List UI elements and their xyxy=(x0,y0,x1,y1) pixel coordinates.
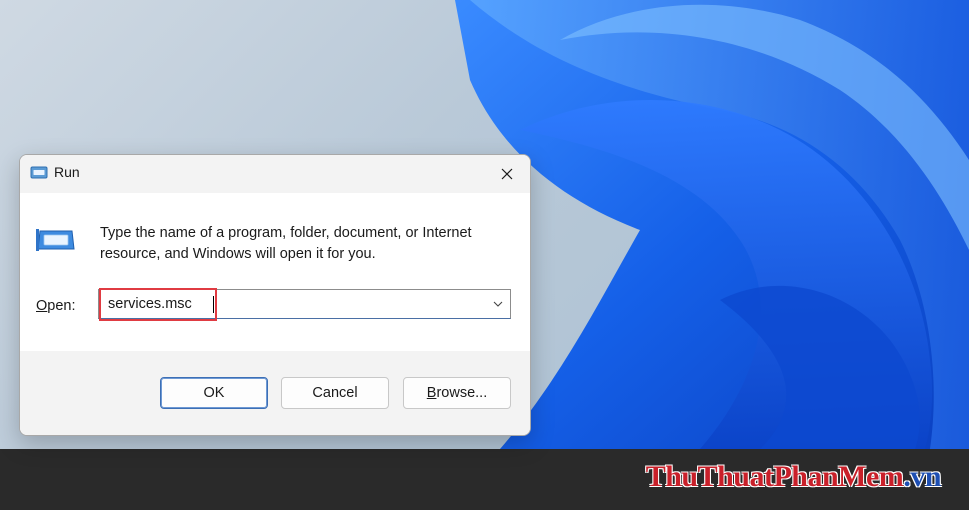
watermark-text: ThuThuatPhanMem xyxy=(645,460,904,493)
chevron-down-icon xyxy=(493,301,503,307)
open-label-text: pen: xyxy=(47,298,76,314)
browse-button[interactable]: Browse... xyxy=(403,377,511,409)
open-label-accel: O xyxy=(36,298,48,314)
close-button[interactable] xyxy=(484,155,530,193)
open-input[interactable] xyxy=(108,294,488,314)
ok-button[interactable]: OK xyxy=(160,377,268,409)
dropdown-button[interactable] xyxy=(490,296,506,312)
browse-label: rowse... xyxy=(436,385,488,401)
dialog-footer: OK Cancel Browse... xyxy=(20,351,530,435)
watermark-suffix: .vn xyxy=(903,460,941,493)
window-title: Run xyxy=(54,164,80,180)
title-bar[interactable]: Run xyxy=(20,155,530,193)
text-caret xyxy=(213,296,214,313)
cancel-button[interactable]: Cancel xyxy=(281,377,389,409)
open-combobox[interactable] xyxy=(98,289,511,319)
browse-accel: B xyxy=(426,385,437,401)
run-app-icon xyxy=(30,166,48,179)
open-label: Open: xyxy=(36,298,76,314)
dialog-description: Type the name of a program, folder, docu… xyxy=(100,225,472,262)
watermark: ThuThuatPhanMem.vn xyxy=(645,460,942,494)
run-app-icon xyxy=(36,229,75,251)
run-dialog: Run Type the name of a program, folder, … xyxy=(19,154,531,436)
close-icon xyxy=(501,168,513,180)
